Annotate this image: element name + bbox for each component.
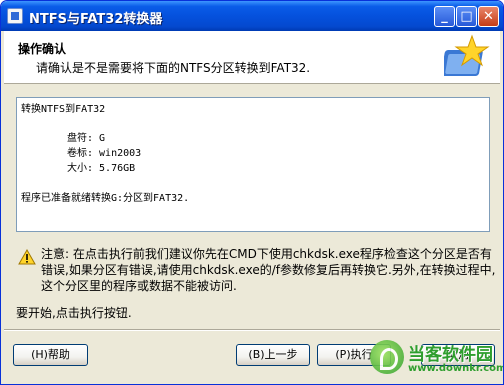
ready-summary: 程序已准备就绪转换G:分区到FAT32. xyxy=(21,193,190,204)
watermark-url: www.downkr.com xyxy=(408,363,504,374)
star-icon xyxy=(444,34,490,76)
header-subtitle: 请确认是不是需要将下面的NTFS分区转换到FAT32. xyxy=(36,61,311,75)
watermark-name: 当客软件园 xyxy=(408,345,493,365)
header-title: 操作确认 xyxy=(18,42,67,56)
conversion-details-panel: 转换NTFS到FAT32 盘符: G 卷标: win2003 大小: 5.76G… xyxy=(16,97,490,232)
warning-text: 注意: 在点击执行前我们建议你先在CMD下使用chkdsk.exe程序检查这个分… xyxy=(41,247,496,293)
maximize-button[interactable]: □ xyxy=(456,6,477,27)
wizard-header: 操作确认 请确认是不是需要将下面的NTFS分区转换到FAT32. xyxy=(4,31,500,84)
button-divider xyxy=(4,329,500,331)
close-button[interactable]: ✕ xyxy=(478,6,499,27)
site-watermark: 当客软件园 www.downkr.com xyxy=(368,338,504,384)
title-bar[interactable]: NTFS与FAT32转换器 _ □ ✕ xyxy=(1,1,503,31)
watermark-logo-icon xyxy=(370,340,404,374)
volume-label: 卷标: win2003 xyxy=(67,148,142,159)
app-icon xyxy=(7,8,23,24)
back-button[interactable]: (B)上一步 xyxy=(236,344,310,366)
minimize-button[interactable]: _ xyxy=(434,6,455,27)
partition-size: 大小: 5.76GB xyxy=(67,163,136,174)
converter-window: NTFS与FAT32转换器 _ □ ✕ 操作确认 请确认是不是需要将下面的NTF… xyxy=(0,0,504,385)
window-title: NTFS与FAT32转换器 xyxy=(29,12,163,27)
warning-icon xyxy=(18,249,36,265)
details-heading: 转换NTFS到FAT32 xyxy=(21,104,106,115)
drive-letter: 盘符: G xyxy=(67,133,106,144)
start-hint: 要开始,点击执行按钮. xyxy=(16,306,132,320)
help-button[interactable]: (H)帮助 xyxy=(13,344,88,366)
